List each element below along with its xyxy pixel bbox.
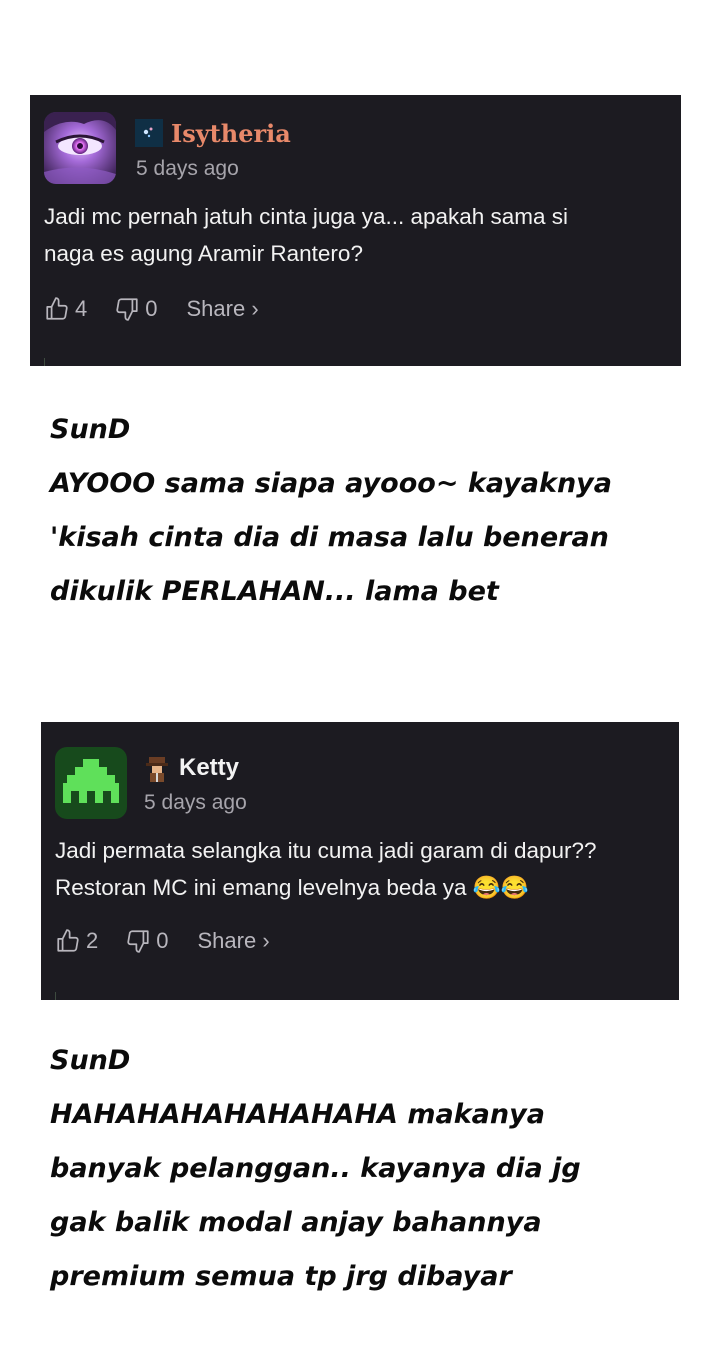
reply-block: SunD HAHAHAHAHAHAHAHA makanya banyak pel… — [50, 1034, 690, 1304]
user-avatar[interactable] — [55, 747, 127, 819]
user-avatar[interactable] — [44, 112, 116, 184]
like-button[interactable]: 4 — [44, 296, 87, 322]
comment-text: Jadi permata selangka itu cuma jadi gara… — [55, 832, 597, 906]
username[interactable]: Isytheria — [171, 119, 291, 149]
thread-line — [55, 992, 56, 1000]
thumbs-up-icon — [57, 929, 79, 952]
reply-author: SunD — [50, 1045, 131, 1076]
dislike-button[interactable]: 0 — [125, 928, 169, 954]
username[interactable]: Ketty — [179, 753, 239, 783]
comment-text-line: Jadi mc pernah jatuh cinta juga ya... ap… — [44, 204, 569, 229]
comment-card: Isytheria 5 days ago Jadi mc pernah jatu… — [30, 95, 681, 366]
purple-eye-avatar-icon — [44, 112, 116, 184]
share-button[interactable]: Share › — [187, 296, 259, 322]
comment-text-line: Restoran MC ini emang levelnya beda ya 😂… — [55, 875, 529, 900]
comment-actions: 2 0 Share › — [55, 928, 270, 954]
reply-author: SunD — [50, 414, 131, 445]
reply-text-line: gak balik modal anjay bahannya — [50, 1207, 542, 1238]
comment-text: Jadi mc pernah jatuh cinta juga ya... ap… — [44, 198, 568, 272]
comment-text-line: Jadi permata selangka itu cuma jadi gara… — [55, 838, 597, 863]
thumbs-down-icon — [116, 298, 138, 321]
reply-text-line: premium semua tp jrg dibayar — [50, 1261, 512, 1292]
share-button[interactable]: Share › — [198, 928, 270, 954]
green-space-invader-avatar-icon — [55, 747, 127, 819]
thread-line — [44, 358, 45, 366]
timestamp: 5 days ago — [144, 791, 247, 814]
reply-text-line: HAHAHAHAHAHAHAHA makanya — [50, 1099, 545, 1130]
dislike-count: 0 — [156, 928, 169, 953]
comment-text-line: naga es agung Aramir Rantero? — [44, 241, 363, 266]
like-count: 4 — [75, 296, 88, 321]
comment-actions: 4 0 Share › — [44, 296, 259, 322]
dislike-count: 0 — [145, 296, 158, 321]
reply-text-line: banyak pelanggan.. kayanya dia jg — [50, 1153, 581, 1184]
reply-text-line: AYOOO sama siapa ayooo~ kayaknya — [50, 468, 613, 499]
thumbs-up-icon — [46, 297, 68, 320]
reply-text-line: 'kisah cinta dia di masa lalu beneran — [50, 522, 609, 553]
blue-square-badge-icon — [135, 119, 163, 151]
like-button[interactable]: 2 — [55, 928, 98, 954]
thumbs-down-icon — [127, 930, 149, 953]
timestamp: 5 days ago — [136, 157, 239, 180]
detective-badge-icon — [144, 755, 170, 787]
reply-block: SunD AYOOO sama siapa ayooo~ kayaknya 'k… — [50, 403, 690, 619]
comment-card: Ketty 5 days ago Jadi permata selangka i… — [41, 722, 679, 1000]
like-count: 2 — [86, 928, 99, 953]
dislike-button[interactable]: 0 — [114, 296, 158, 322]
reply-text-line: dikulik PERLAHAN... lama bet — [50, 576, 499, 607]
